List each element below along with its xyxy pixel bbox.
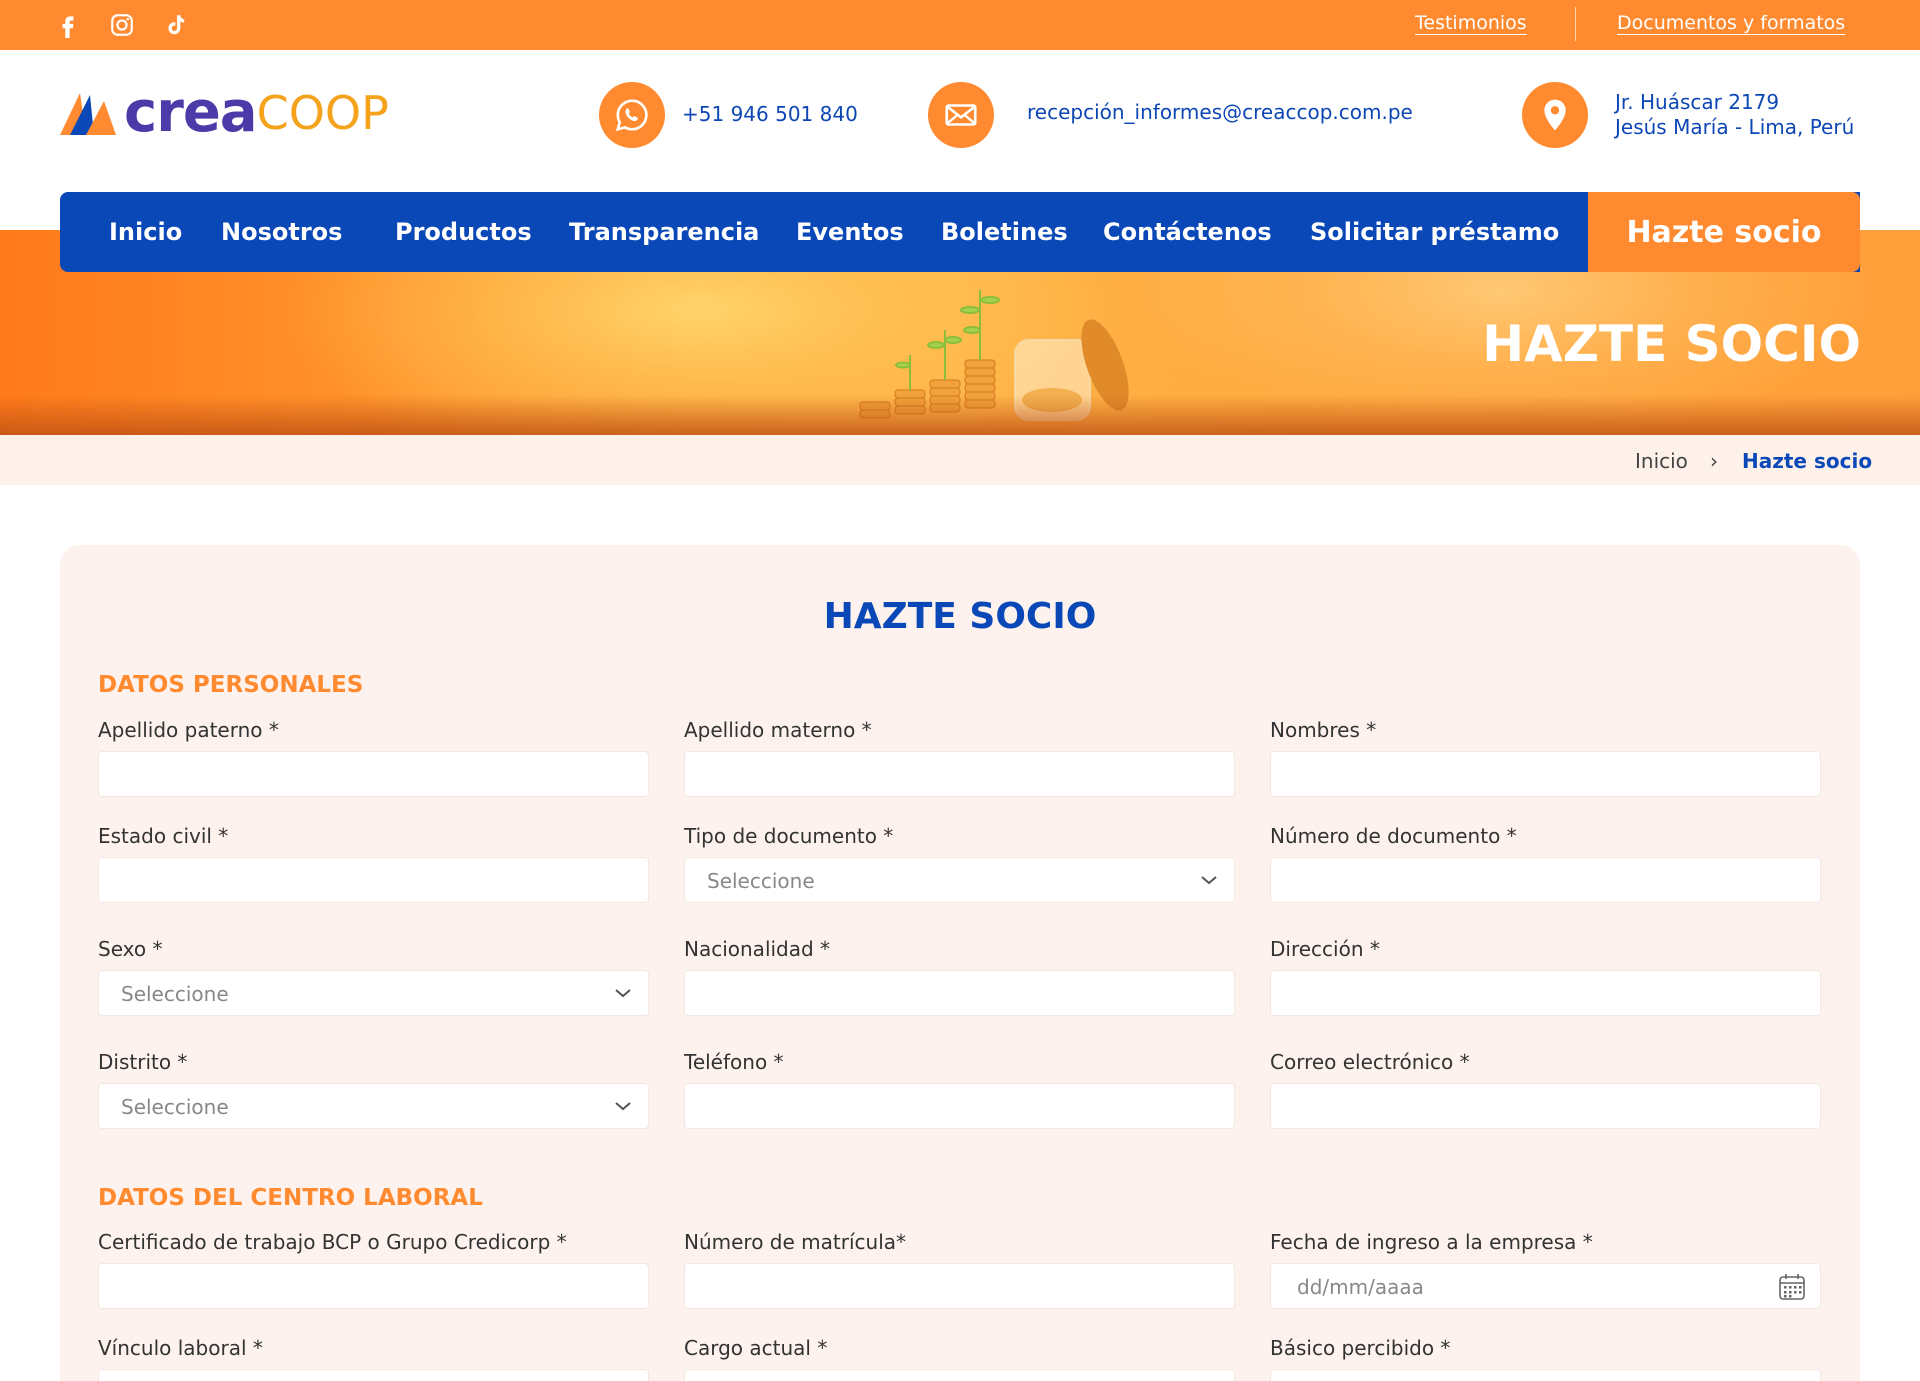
distrito-select[interactable]: Seleccione (98, 1083, 649, 1129)
testimonios-link[interactable]: Testimonios (1415, 10, 1527, 36)
breadcrumb: Inicio › Hazte socio (0, 435, 1920, 485)
label-telefono: Teléfono * (684, 1050, 784, 1074)
nav-item-transparencia[interactable]: Transparencia (569, 216, 759, 248)
tiktok-icon[interactable] (161, 10, 191, 40)
breadcrumb-home[interactable]: Inicio (1635, 449, 1688, 473)
label-correo: Correo electrónico * (1270, 1050, 1470, 1074)
estado-civil-input[interactable] (98, 857, 649, 903)
chevron-down-icon (615, 989, 631, 998)
calendar-icon[interactable] (1778, 1273, 1806, 1301)
direccion-input[interactable] (1270, 970, 1821, 1016)
chevron-down-icon (615, 1102, 631, 1111)
fecha-ingreso-input[interactable]: dd/mm/aaaa (1270, 1263, 1821, 1309)
nav-item-contactenos[interactable]: Contáctenos (1103, 216, 1272, 248)
whatsapp-icon[interactable] (599, 82, 665, 148)
label-certificado: Certificado de trabajo BCP o Grupo Credi… (98, 1230, 567, 1254)
address-line-1: Jr. Huáscar 2179 (1615, 90, 1780, 114)
nacionalidad-input[interactable] (684, 970, 1235, 1016)
distrito-placeholder: Seleccione (121, 1095, 229, 1119)
nav-item-eventos[interactable]: Eventos (796, 216, 904, 248)
cargo-input[interactable] (684, 1369, 1235, 1381)
telefono-input[interactable] (684, 1083, 1235, 1129)
basico-input[interactable] (1270, 1369, 1821, 1381)
chevron-down-icon (1201, 876, 1217, 885)
section-title-personal: DATOS PERSONALES (98, 672, 364, 698)
nav-item-productos[interactable]: Productos (395, 216, 532, 248)
vinculo-input[interactable] (98, 1369, 649, 1381)
breadcrumb-current: Hazte socio (1742, 449, 1873, 473)
apellido-paterno-input[interactable] (98, 751, 649, 797)
section-title-laboral: DATOS DEL CENTRO LABORAL (98, 1185, 483, 1211)
nav-item-solicitar-prestamo[interactable]: Solicitar préstamo (1310, 216, 1559, 248)
label-sexo: Sexo * (98, 937, 163, 961)
label-cargo: Cargo actual * (684, 1336, 828, 1360)
instagram-icon[interactable] (107, 10, 137, 40)
nav-item-nosotros[interactable]: Nosotros (221, 216, 342, 248)
correo-input[interactable] (1270, 1083, 1821, 1129)
label-estado-civil: Estado civil * (98, 824, 229, 848)
numero-documento-input[interactable] (1270, 857, 1821, 903)
label-tipo-documento: Tipo de documento * (684, 824, 894, 848)
tipo-documento-select[interactable]: Seleccione (684, 857, 1235, 903)
label-matricula: Número de matrícula* (684, 1230, 907, 1254)
logo-text-crea: crea (124, 80, 258, 145)
label-fecha-ingreso: Fecha de ingreso a la empresa * (1270, 1230, 1593, 1254)
label-apellido-materno: Apellido materno * (684, 718, 872, 742)
top-bar: Testimonios Documentos y formatos (0, 0, 1920, 50)
label-nombres: Nombres * (1270, 718, 1377, 742)
sexo-select[interactable]: Seleccione (98, 970, 649, 1016)
form-title: HAZTE SOCIO (823, 596, 1097, 637)
logo-text-coop: COOP (256, 86, 389, 140)
nav-item-inicio[interactable]: Inicio (109, 216, 182, 248)
location-pin-icon (1522, 82, 1588, 148)
contact-phone[interactable]: +51 946 501 840 (682, 102, 858, 127)
label-direccion: Dirección * (1270, 937, 1380, 961)
facebook-icon[interactable] (53, 10, 83, 40)
address-line-2: Jesús María - Lima, Perú (1615, 115, 1855, 139)
nombres-input[interactable] (1270, 751, 1821, 797)
brand-logo[interactable]: crea COOP (60, 82, 389, 144)
banner-title: HAZTE SOCIO (1482, 315, 1861, 373)
label-vinculo: Vínculo laboral * (98, 1336, 263, 1360)
label-nacionalidad: Nacionalidad * (684, 937, 831, 961)
label-numero-documento: Número de documento * (1270, 824, 1517, 848)
label-basico: Básico percibido * (1270, 1336, 1451, 1360)
documentos-link[interactable]: Documentos y formatos (1617, 10, 1845, 36)
logo-mark-icon (60, 93, 116, 135)
banner-ground (0, 395, 1920, 435)
membership-form: HAZTE SOCIO DATOS PERSONALES Apellido pa… (60, 545, 1860, 1381)
breadcrumb-separator: › (1710, 449, 1718, 473)
mail-icon[interactable] (928, 82, 994, 148)
sexo-placeholder: Seleccione (121, 982, 229, 1006)
fecha-ingreso-placeholder: dd/mm/aaaa (1297, 1275, 1424, 1299)
apellido-materno-input[interactable] (684, 751, 1235, 797)
hazte-socio-button[interactable]: Hazte socio (1588, 192, 1860, 272)
certificado-input[interactable] (98, 1263, 649, 1309)
contact-email[interactable]: recepción_informes@creaccop.com.pe (1027, 100, 1413, 125)
matricula-input[interactable] (684, 1263, 1235, 1309)
top-divider (1575, 7, 1576, 41)
label-distrito: Distrito * (98, 1050, 188, 1074)
tipo-documento-placeholder: Seleccione (707, 869, 815, 893)
nav-item-boletines[interactable]: Boletines (941, 216, 1068, 248)
label-apellido-paterno: Apellido paterno * (98, 718, 279, 742)
